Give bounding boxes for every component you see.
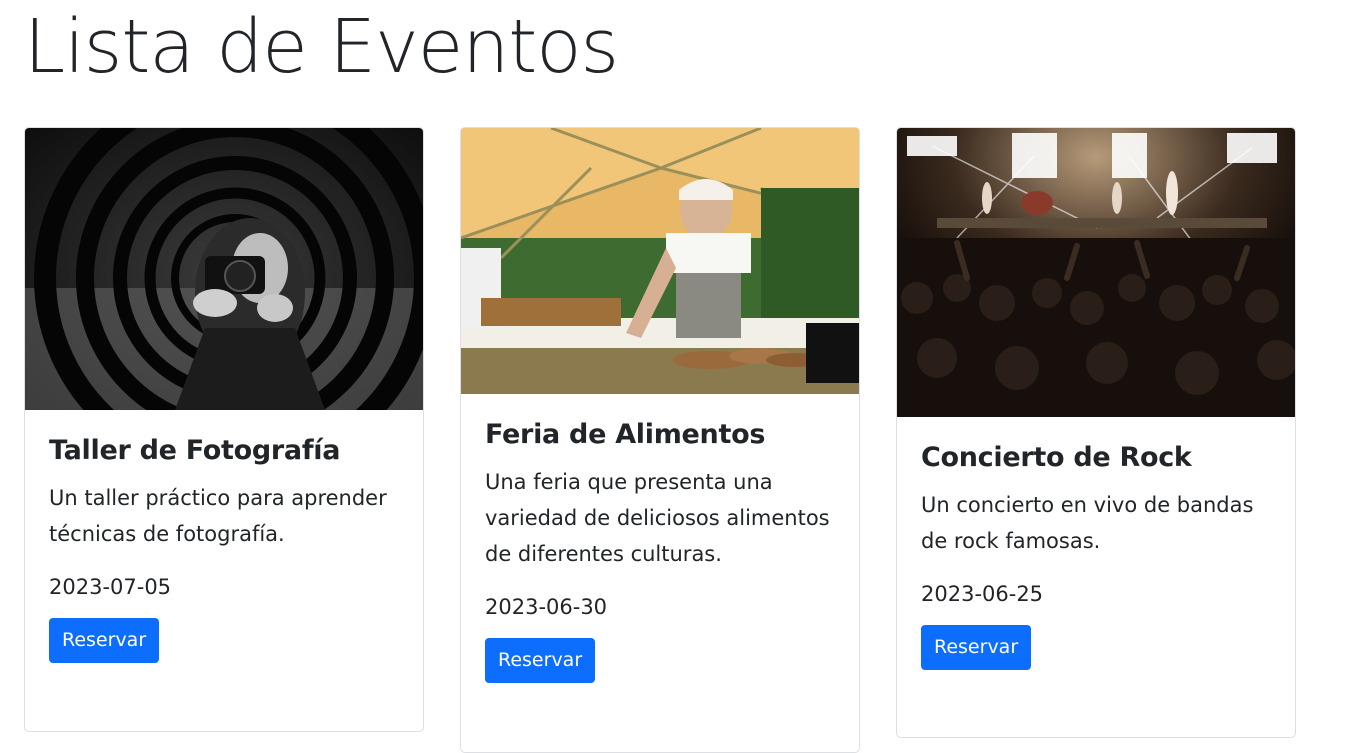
event-title: Concierto de Rock <box>921 442 1192 473</box>
event-description: Un taller práctico para aprender técnica… <box>49 486 387 546</box>
event-title: Taller de Fotografía <box>49 435 341 466</box>
event-description: Un concierto en vivo de bandas de rock f… <box>921 493 1254 553</box>
event-description: Una feria que presenta una variedad de d… <box>485 470 830 566</box>
reservar-button[interactable]: Reservar <box>485 638 596 683</box>
reservar-button[interactable]: Reservar <box>921 625 1032 670</box>
event-card-taller-fotografia: Taller de Fotografía Un taller práctico … <box>24 127 424 732</box>
event-date: 2023-07-05 <box>49 575 172 599</box>
event-title: Feria de Alimentos <box>485 419 766 450</box>
event-image-food-fair <box>461 128 859 394</box>
event-image-photography <box>25 128 423 410</box>
event-card-feria-alimentos: Feria de Alimentos Una feria que present… <box>460 127 860 753</box>
event-card-concierto-rock: Concierto de Rock Un concierto en vivo d… <box>896 127 1296 738</box>
event-date: 2023-06-25 <box>921 582 1044 606</box>
page-title: Lista de Eventos <box>24 4 619 90</box>
event-date: 2023-06-30 <box>485 595 608 619</box>
event-image-rock-concert <box>897 128 1295 417</box>
reservar-button[interactable]: Reservar <box>49 618 160 663</box>
